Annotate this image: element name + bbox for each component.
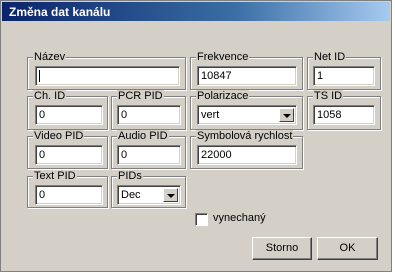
pids-dropdown-button[interactable] xyxy=(163,188,178,202)
chevron-down-icon xyxy=(283,114,291,118)
label-ch-id: Ch. ID xyxy=(33,90,67,102)
group-ts-id: TS ID 1058 xyxy=(307,90,381,130)
label-frekvence: Frekvence xyxy=(196,51,250,63)
video-pid-input[interactable]: 0 xyxy=(35,145,103,165)
vynechany-checkbox[interactable] xyxy=(195,213,208,226)
group-symbolova-rychlost: Symbolová rychlost 22000 xyxy=(190,130,303,169)
window-title: Změna dat kanálu xyxy=(9,5,111,19)
ch-id-input[interactable]: 0 xyxy=(35,105,103,125)
vynechany-label[interactable]: vynechaný xyxy=(213,212,266,224)
label-symbolova-rychlost: Symbolová rychlost xyxy=(196,130,294,142)
group-polarizace: Polarizace vert xyxy=(190,90,303,130)
title-bar[interactable]: Změna dat kanálu xyxy=(2,2,390,21)
label-text-pid: Text PID xyxy=(33,170,77,182)
pcr-pid-input[interactable]: 0 xyxy=(117,105,181,125)
text-caret xyxy=(39,70,40,83)
label-ts-id: TS ID xyxy=(313,90,344,102)
polarizace-dropdown-button[interactable] xyxy=(279,108,294,122)
group-text-pid: Text PID 0 xyxy=(27,170,108,208)
label-pcr-pid: PCR PID xyxy=(117,90,164,102)
group-net-id: Net ID 1 xyxy=(307,51,381,90)
group-frekvence: Frekvence 10847 xyxy=(190,51,303,90)
group-nazev: Název xyxy=(27,51,186,90)
group-audio-pid: Audio PID 0 xyxy=(111,130,186,169)
frekvence-input[interactable]: 10847 xyxy=(197,66,297,86)
audio-pid-input[interactable]: 0 xyxy=(117,145,181,165)
ts-id-input[interactable]: 1058 xyxy=(313,105,375,125)
dialog-window: Změna dat kanálu Název Frekvence 10847 N… xyxy=(0,0,392,272)
cancel-button[interactable]: Storno xyxy=(252,237,312,260)
group-pids: PIDs Dec xyxy=(111,170,186,208)
group-video-pid: Video PID 0 xyxy=(27,130,108,169)
label-pids: PIDs xyxy=(117,170,143,182)
group-pcr-pid: PCR PID 0 xyxy=(111,90,186,130)
polarizace-select[interactable]: vert xyxy=(197,105,297,125)
label-audio-pid: Audio PID xyxy=(117,130,169,142)
label-net-id: Net ID xyxy=(313,51,347,63)
symbolova-rychlost-input[interactable]: 22000 xyxy=(197,145,297,165)
nazev-input[interactable] xyxy=(35,66,180,86)
net-id-input[interactable]: 1 xyxy=(313,66,375,86)
group-ch-id: Ch. ID 0 xyxy=(27,90,108,130)
label-polarizace: Polarizace xyxy=(196,90,250,102)
text-pid-input[interactable]: 0 xyxy=(35,185,103,205)
label-nazev: Název xyxy=(33,51,67,63)
ok-button[interactable]: OK xyxy=(317,237,378,260)
chevron-down-icon xyxy=(167,194,175,198)
label-video-pid: Video PID xyxy=(33,130,85,142)
pids-select[interactable]: Dec xyxy=(117,185,181,205)
